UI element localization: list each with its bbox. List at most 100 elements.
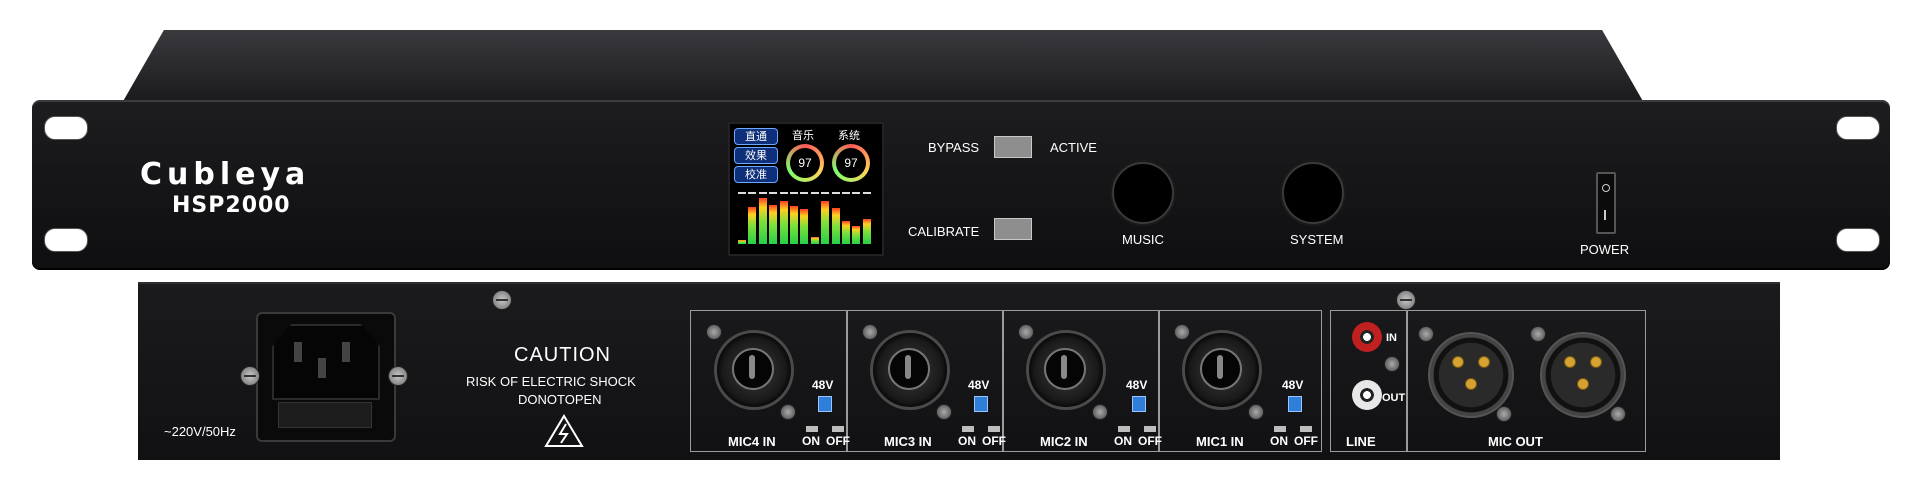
voltage-label: ~220V/50Hz: [164, 424, 236, 439]
phantom-power-button[interactable]: [818, 396, 832, 412]
meter-peak-cap: [810, 192, 819, 194]
system-knob[interactable]: [1282, 162, 1344, 224]
indicator: [806, 426, 818, 432]
meter-bar: [800, 209, 809, 244]
socket-pin: [318, 358, 326, 378]
indicator: [1144, 426, 1156, 432]
meter-peak-cap: [821, 192, 830, 194]
indicator: [1274, 426, 1286, 432]
rack-ear-hole: [1836, 228, 1880, 252]
screw-icon: [1384, 356, 1400, 372]
warning-triangle-icon: [544, 414, 584, 447]
mic3-label: MIC3 IN: [884, 434, 932, 449]
front-panel-top: [118, 30, 1648, 110]
power-on-icon: [1604, 210, 1606, 220]
level-meter: [738, 192, 874, 244]
line-out-label: OUT: [1382, 392, 1406, 404]
screw-icon: [1174, 324, 1190, 340]
meter-bar: [810, 237, 819, 244]
music-knob[interactable]: [1112, 162, 1174, 224]
mic1-label: MIC1 IN: [1196, 434, 1244, 449]
screw-icon: [780, 404, 796, 420]
meter-bar: [852, 226, 861, 244]
meter-bar: [769, 205, 778, 244]
meter-peak-cap: [758, 192, 767, 194]
phantom-power-button[interactable]: [1132, 396, 1146, 412]
caution-line1: RISK OF ELECTRIC SHOCK: [466, 374, 636, 389]
mic-out-label: MIC OUT: [1488, 434, 1543, 449]
meter-bar: [831, 208, 840, 244]
phantom-power-button[interactable]: [1288, 396, 1302, 412]
meter-peak-cap: [842, 192, 850, 194]
screen-music-label: 音乐: [792, 129, 814, 142]
screw-icon: [706, 324, 722, 340]
screw-icon: [1496, 406, 1512, 422]
on-label: ON: [1270, 434, 1288, 448]
screen-button-effect[interactable]: 效果: [734, 147, 778, 164]
model-label: HSP2000: [172, 193, 291, 218]
rack-ear-hole: [1836, 116, 1880, 140]
on-label: ON: [1114, 434, 1132, 448]
screw-icon: [936, 404, 952, 420]
bypass-active-switch[interactable]: [994, 136, 1032, 158]
music-level-ring: 97: [786, 144, 824, 182]
power-switch[interactable]: [1596, 172, 1616, 234]
indicator: [1300, 426, 1312, 432]
meter-peak-cap: [738, 192, 746, 194]
rack-ear-hole: [44, 228, 88, 252]
calibrate-switch[interactable]: [994, 218, 1032, 240]
power-label: POWER: [1580, 242, 1630, 257]
meter-bar: [842, 221, 850, 244]
meter-peak-cap: [831, 192, 840, 194]
meter-bar: [748, 207, 757, 244]
mic4-label: MIC4 IN: [728, 434, 776, 449]
phantom-label: 48V: [1282, 378, 1304, 392]
lcd-screen: 直通 效果 校准 音乐 系统 97 97: [728, 122, 884, 256]
phantom-power-button[interactable]: [974, 396, 988, 412]
fuse-holder: [278, 402, 372, 428]
power-off-icon: [1602, 184, 1610, 192]
line-in-label: IN: [1386, 332, 1397, 344]
screen-button-calibrate[interactable]: 校准: [734, 166, 778, 183]
active-label: ACTIVE: [1050, 140, 1097, 155]
off-label: OFF: [1138, 434, 1162, 448]
meter-bar: [738, 240, 746, 244]
on-label: ON: [802, 434, 820, 448]
system-knob-label: SYSTEM: [1290, 232, 1344, 247]
indicator: [988, 426, 1000, 432]
socket-pin: [294, 342, 302, 362]
phantom-label: 48V: [968, 378, 990, 392]
mic-out-xlr-2[interactable]: [1540, 332, 1626, 418]
mic3-combo-jack[interactable]: [870, 330, 950, 410]
system-level-value: 97: [836, 148, 866, 178]
meter-peak-cap: [779, 192, 788, 194]
mic2-combo-jack[interactable]: [1026, 330, 1106, 410]
line-out-jack[interactable]: [1352, 380, 1382, 410]
screw-icon: [1396, 290, 1416, 310]
mic4-combo-jack[interactable]: [714, 330, 794, 410]
meter-peak-cap: [862, 192, 871, 194]
meter-peak-cap: [852, 192, 861, 194]
meter-bar: [790, 206, 798, 244]
system-level-ring: 97: [832, 144, 870, 182]
meter-bar: [862, 219, 871, 244]
caution-title: CAUTION: [514, 344, 611, 366]
meter-peak-cap: [790, 192, 798, 194]
screw-icon: [1248, 404, 1264, 420]
music-level-value: 97: [790, 148, 820, 178]
off-label: OFF: [826, 434, 850, 448]
screw-icon: [1418, 326, 1434, 342]
socket-pin: [342, 342, 350, 362]
off-label: OFF: [982, 434, 1006, 448]
rack-ear-hole: [44, 116, 88, 140]
screen-button-direct[interactable]: 直通: [734, 128, 778, 145]
meter-bar: [779, 201, 788, 244]
mic-out-xlr-1[interactable]: [1428, 332, 1514, 418]
indicator: [1118, 426, 1130, 432]
screw-icon: [1018, 324, 1034, 340]
line-in-jack[interactable]: [1352, 322, 1382, 352]
mic2-label: MIC2 IN: [1040, 434, 1088, 449]
mic1-combo-jack[interactable]: [1182, 330, 1262, 410]
screw-icon: [1610, 406, 1626, 422]
screen-system-label: 系统: [838, 129, 860, 142]
